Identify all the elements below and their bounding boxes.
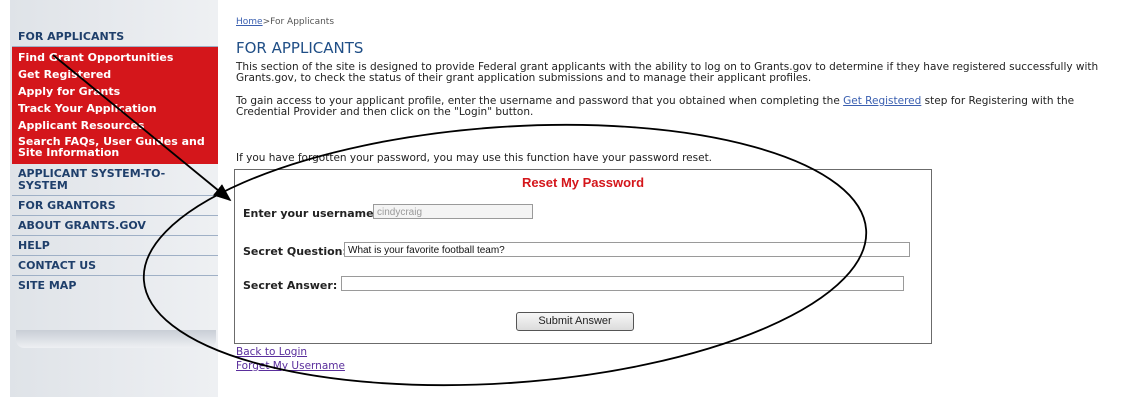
reset-title: Reset My Password xyxy=(521,175,645,190)
sidebar-item-contact[interactable]: CONTACT US xyxy=(12,256,218,276)
sidebar-red-block: Find Grant Opportunities Get Registered … xyxy=(12,47,218,164)
breadcrumb-separator: > xyxy=(262,17,271,27)
sidebar-item-site-map[interactable]: SITE MAP xyxy=(12,276,218,295)
back-to-login-link[interactable]: Back to Login xyxy=(236,346,307,358)
breadcrumb-home-link[interactable]: Home xyxy=(236,17,263,27)
breadcrumb: Home>For Applicants xyxy=(236,17,334,27)
sidebar-item-apply[interactable]: Apply for Grants xyxy=(12,83,218,100)
forget-username-link[interactable]: Forget My Username xyxy=(236,360,345,372)
sidebar-item-resources[interactable]: Applicant Resources xyxy=(12,117,218,134)
secret-answer-input[interactable] xyxy=(341,276,904,291)
sidebar-item-system-to-system[interactable]: APPLICANT SYSTEM-TO-SYSTEM xyxy=(12,164,218,196)
intro-text: This section of the site is designed to … xyxy=(236,61,1099,84)
sidebar-item-search-faqs[interactable]: Search FAQs, User Guides and Site Inform… xyxy=(12,134,218,160)
page-title: FOR APPLICANTS xyxy=(236,39,364,57)
access-text: To gain access to your applicant profile… xyxy=(236,96,1121,118)
sidebar-item-track[interactable]: Track Your Application xyxy=(12,100,218,117)
forgot-text: If you have forgotten your password, you… xyxy=(236,152,713,164)
sidebar-item-grantors[interactable]: FOR GRANTORS xyxy=(12,196,218,216)
submit-answer-button[interactable]: Submit Answer xyxy=(516,312,634,331)
username-label: Enter your username: xyxy=(243,207,378,220)
username-field: cindycraig xyxy=(373,204,533,219)
sidebar-item-find-grants[interactable]: Find Grant Opportunities xyxy=(12,49,218,66)
secret-question-label: Secret Question: xyxy=(243,245,347,258)
sidebar-item-about[interactable]: ABOUT GRANTS.GOV xyxy=(12,216,218,236)
sidebar-item-get-registered[interactable]: Get Registered xyxy=(12,66,218,83)
sidebar-section-title: FOR APPLICANTS xyxy=(12,26,218,47)
secret-answer-label: Secret Answer: xyxy=(243,279,338,292)
sidebar-item-help[interactable]: HELP xyxy=(12,236,218,256)
reset-password-box: Reset My Password Enter your username: c… xyxy=(234,169,932,344)
sidebar: FOR APPLICANTS Find Grant Opportunities … xyxy=(10,0,218,397)
breadcrumb-current: For Applicants xyxy=(270,17,335,27)
sidebar-footer-shade xyxy=(16,330,216,348)
secret-question-field: What is your favorite football team? xyxy=(344,242,910,257)
get-registered-link[interactable]: Get Registered xyxy=(843,95,921,107)
